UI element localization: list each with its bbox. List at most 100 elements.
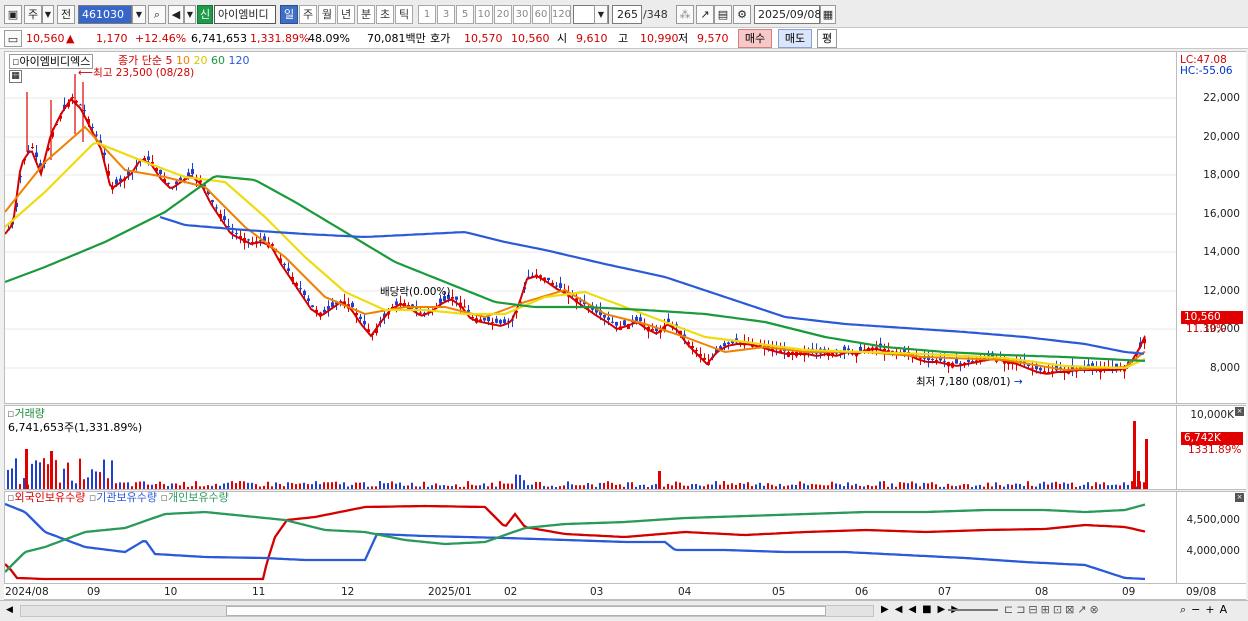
tab-minute[interactable]: 분 — [357, 5, 375, 24]
sell-button[interactable]: 매도 — [778, 29, 812, 48]
volume-bar — [495, 486, 497, 489]
count-input[interactable]: 265 — [612, 5, 642, 24]
interval-30[interactable]: 30 — [513, 5, 531, 24]
volume-bar — [963, 483, 965, 489]
volume-bar — [631, 482, 633, 489]
volume-bar — [251, 482, 253, 489]
tab-day[interactable]: 일 — [280, 5, 298, 24]
code-input[interactable]: 461030 — [78, 5, 132, 24]
interval-10[interactable]: 10 — [475, 5, 493, 24]
draw-tools-icon[interactable]: ↗ — [696, 5, 714, 24]
table-icon[interactable]: ▦ — [9, 70, 22, 83]
volume-bar — [655, 483, 657, 489]
high-label: 고 — [618, 32, 629, 45]
view-tools-icons[interactable]: ⊏⊐⊟⊞⊡⊠↗⊗ — [1004, 603, 1102, 616]
speaker-dropdown-icon[interactable]: ▼ — [184, 5, 196, 24]
candle-body — [167, 182, 170, 184]
zoom-slider[interactable] — [948, 609, 998, 611]
volume-bar — [583, 485, 585, 489]
candle-body — [307, 298, 310, 301]
y-tick: 22,000 — [1203, 92, 1240, 104]
link-icon[interactable]: ⁂ — [676, 5, 694, 24]
volume-bar — [1043, 481, 1045, 489]
close-icon[interactable]: × — [1235, 407, 1244, 416]
volume-bar — [939, 486, 941, 489]
period-select[interactable]: 주 — [24, 5, 42, 24]
price-chart[interactable] — [5, 52, 1176, 403]
code-dropdown-icon[interactable]: ▼ — [132, 5, 146, 24]
candle-body — [159, 169, 162, 174]
candle-body — [215, 207, 218, 209]
new-badge[interactable]: 신 — [197, 5, 213, 24]
volume-bar — [311, 484, 313, 489]
volume-chart[interactable] — [5, 406, 1176, 489]
volume-bar — [163, 484, 165, 489]
volume-bar — [227, 482, 229, 489]
volume-bar — [855, 483, 857, 489]
y-tick: 12,000 — [1203, 285, 1240, 297]
volume-bar — [1019, 483, 1021, 489]
buy-button[interactable]: 매수 — [738, 29, 772, 48]
volume-bar — [751, 486, 753, 489]
tab-month[interactable]: 월 — [318, 5, 336, 24]
volume-bar — [295, 484, 297, 489]
zoom-controls[interactable]: ⌕−+A — [1180, 603, 1232, 617]
volume-bar — [451, 486, 453, 489]
scroll-left-icon[interactable]: ◀ — [6, 605, 13, 615]
volume-bar — [791, 484, 793, 489]
volume-bar — [523, 480, 525, 489]
interval-5[interactable]: 5 — [456, 5, 474, 24]
volume-panel[interactable] — [4, 405, 1177, 490]
interval-1[interactable]: 1 — [418, 5, 436, 24]
prev-button[interactable]: 전 — [57, 5, 75, 24]
volume-bar — [587, 482, 589, 489]
chevron-down-icon[interactable]: ▼ — [42, 5, 54, 24]
volume-bar — [983, 486, 985, 489]
volume-bar — [103, 459, 105, 489]
eval-button[interactable]: 평 — [817, 29, 837, 48]
scrollbar-track[interactable] — [20, 605, 874, 617]
tab-tick[interactable]: 틱 — [395, 5, 413, 24]
right-arrow-icon: → — [1013, 376, 1023, 388]
close-icon[interactable]: × — [1235, 493, 1244, 502]
volume-bar — [599, 482, 601, 489]
volume-bar — [651, 485, 653, 489]
holdings-chart[interactable] — [5, 492, 1176, 583]
volume-bar — [235, 483, 237, 489]
save-icon[interactable]: ▤ — [714, 5, 732, 24]
calendar-icon[interactable]: ▦ — [820, 5, 836, 24]
volume-bar — [291, 483, 293, 489]
scrollbar-thumb[interactable] — [226, 606, 826, 616]
volume-bar — [907, 483, 909, 489]
interval-60[interactable]: 60 — [532, 5, 550, 24]
stock-name-field[interactable]: 아이엠비디 — [214, 5, 276, 24]
volume-bar — [75, 483, 77, 489]
tab-year[interactable]: 년 — [337, 5, 355, 24]
volume-bar — [159, 481, 161, 489]
interval-20[interactable]: 20 — [494, 5, 512, 24]
volume-bar — [459, 486, 461, 489]
interval-3[interactable]: 3 — [437, 5, 455, 24]
tab-second[interactable]: 초 — [376, 5, 394, 24]
volume-bar — [987, 482, 989, 489]
volume-bar — [327, 482, 329, 489]
speaker-icon[interactable]: ◀ — [168, 5, 184, 24]
open-label: 시 — [557, 32, 568, 45]
top-toolbar: ▣ 주 ▼ 전 461030 ▼ ⌕ ◀ ▼ 신 아이엠비디 일 주 월 년 분… — [0, 0, 1248, 28]
gear-icon[interactable]: ⚙ — [733, 5, 751, 24]
volume-bar — [123, 482, 125, 489]
volume-bar — [827, 485, 829, 489]
window-icon[interactable]: ▣ — [4, 5, 22, 24]
volume-bar — [795, 485, 797, 489]
tab-week[interactable]: 주 — [299, 5, 317, 24]
volume-bar — [1059, 483, 1061, 489]
volume-bar — [551, 485, 553, 489]
volume-bar — [571, 484, 573, 489]
volume-bar — [775, 486, 777, 489]
quote-toggle-icon[interactable]: ▭ — [4, 30, 22, 47]
date-input[interactable]: 2025/09/08 — [754, 5, 821, 24]
price-panel[interactable] — [4, 51, 1177, 404]
search-icon[interactable]: ⌕ — [148, 5, 166, 24]
interval-dropdown-icon[interactable]: ▼ — [594, 5, 608, 24]
interval-120[interactable]: 120 — [551, 5, 571, 24]
